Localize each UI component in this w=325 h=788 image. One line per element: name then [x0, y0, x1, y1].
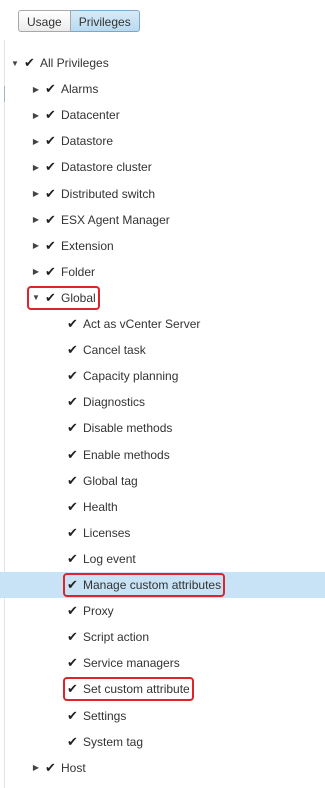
caret-right-icon[interactable]: ▶: [31, 241, 41, 250]
caret-right-icon[interactable]: ▶: [31, 111, 41, 120]
highlight-box: [63, 573, 226, 597]
checkmark-icon[interactable]: ✔: [45, 186, 57, 202]
checkmark-icon[interactable]: ✔: [67, 499, 79, 515]
tree-item-label: Settings: [83, 708, 127, 723]
checkmark-icon[interactable]: ✔: [67, 525, 79, 541]
checkmark-icon[interactable]: ✔: [67, 394, 79, 410]
tree-item-label: Script action: [83, 630, 150, 645]
tree-item-service-managers[interactable]: ✔ Service managers: [0, 650, 325, 676]
tree-item-label: Capacity planning: [83, 369, 179, 384]
tree-item-cancel-task[interactable]: ✔ Cancel task: [0, 337, 325, 363]
checkmark-icon[interactable]: ✔: [67, 708, 79, 724]
privileges-panel: Usage Privileges ▼ ✔ All Privileges ▶ ✔ Alarm…: [0, 0, 325, 788]
tree-item-label: Disable methods: [83, 421, 173, 436]
tree-item-esx-agent-manager[interactable]: ▶ ✔ ESX Agent Manager: [0, 207, 325, 233]
tab-usage[interactable]: Usage: [18, 10, 71, 32]
tree-item-alarms[interactable]: ▶ ✔ Alarms: [0, 76, 325, 102]
tree-item-licenses[interactable]: ✔ Licenses: [0, 520, 325, 546]
tree-item-label: Host: [61, 760, 86, 775]
tree-item-label: Alarms: [61, 82, 99, 97]
tree-item-label: Service managers: [83, 656, 180, 671]
checkmark-icon[interactable]: ✔: [67, 734, 79, 750]
checkmark-icon[interactable]: ✔: [67, 447, 79, 463]
tree-item-label: Datacenter: [61, 108, 120, 123]
tab-bar: Usage Privileges: [18, 10, 140, 32]
checkmark-icon[interactable]: ✔: [45, 159, 57, 175]
tree-item-system-tag[interactable]: ✔ System tag: [0, 729, 325, 755]
tree-item-health[interactable]: ✔ Health: [0, 494, 325, 520]
caret-right-icon[interactable]: ▶: [31, 85, 41, 94]
tab-privileges[interactable]: Privileges: [70, 10, 140, 32]
checkmark-icon[interactable]: ✔: [24, 55, 36, 71]
checkmark-icon[interactable]: ✔: [45, 238, 57, 254]
caret-right-icon[interactable]: ▶: [31, 215, 41, 224]
checkmark-icon[interactable]: ✔: [67, 342, 79, 358]
checkmark-icon[interactable]: ✔: [45, 107, 57, 123]
tree-item-script-action[interactable]: ✔ Script action: [0, 624, 325, 650]
tree-item-label: Datastore cluster: [61, 160, 152, 175]
tree-item-datastore-cluster[interactable]: ▶ ✔ Datastore cluster: [0, 154, 325, 180]
caret-right-icon[interactable]: ▶: [31, 137, 41, 146]
tree-item-all-privileges[interactable]: ▼ ✔ All Privileges: [0, 50, 325, 76]
tree-item-label: All Privileges: [40, 56, 109, 70]
checkmark-icon[interactable]: ✔: [67, 368, 79, 384]
tree-item-label: Proxy: [83, 604, 114, 619]
tree-item-extension[interactable]: ▶ ✔ Extension: [0, 233, 325, 259]
tree-item-log-event[interactable]: ✔ Log event: [0, 546, 325, 572]
tree-item-label: Health: [83, 499, 118, 514]
caret-down-icon[interactable]: ▼: [10, 59, 20, 68]
checkmark-icon[interactable]: ✔: [67, 629, 79, 645]
highlight-box: [63, 677, 194, 702]
checkmark-icon[interactable]: ✔: [67, 551, 79, 567]
tree-item-capacity-planning[interactable]: ✔ Capacity planning: [0, 363, 325, 389]
tree-item-settings[interactable]: ✔ Settings: [0, 703, 325, 729]
tree-item-folder[interactable]: ▶ ✔ Folder: [0, 259, 325, 285]
checkmark-icon[interactable]: ✔: [67, 316, 79, 332]
tree-item-label: Enable methods: [83, 447, 170, 462]
tree-item-disable-methods[interactable]: ✔ Disable methods: [0, 415, 325, 441]
checkmark-icon[interactable]: ✔: [67, 473, 79, 489]
tree-item-act-as-vcenter-server[interactable]: ✔ Act as vCenter Server: [0, 311, 325, 337]
checkmark-icon[interactable]: ✔: [67, 420, 79, 436]
tree-item-label: Log event: [83, 551, 136, 566]
tree-item-host[interactable]: ▶ ✔ Host: [0, 755, 325, 781]
tree-item-distributed-switch[interactable]: ▶ ✔ Distributed switch: [0, 181, 325, 207]
highlight-box: [27, 285, 100, 310]
tree-item-datacenter[interactable]: ▶ ✔ Datacenter: [0, 102, 325, 128]
tree-item-diagnostics[interactable]: ✔ Diagnostics: [0, 389, 325, 415]
checkmark-icon[interactable]: ✔: [45, 133, 57, 149]
caret-right-icon[interactable]: ▶: [31, 163, 41, 172]
tree-item-label: System tag: [83, 734, 144, 749]
caret-right-icon[interactable]: ▶: [31, 267, 41, 276]
checkmark-icon[interactable]: ✔: [45, 264, 57, 280]
tree-item-enable-methods[interactable]: ✔ Enable methods: [0, 442, 325, 468]
tree-item-proxy[interactable]: ✔ Proxy: [0, 598, 325, 624]
tree-item-label: Cancel task: [83, 343, 146, 358]
tree-item-label: Global tag: [83, 473, 138, 488]
tree-item-label: Act as vCenter Server: [83, 317, 201, 331]
tree-item-global-tag[interactable]: ✔ Global tag: [0, 468, 325, 494]
tree-item-label: ESX Agent Manager: [61, 212, 170, 227]
caret-right-icon[interactable]: ▶: [31, 189, 41, 198]
checkmark-icon[interactable]: ✔: [45, 81, 57, 97]
tree-item-label: Extension: [61, 238, 114, 253]
checkmark-icon[interactable]: ✔: [45, 760, 57, 776]
tree-item-label: Licenses: [83, 525, 131, 540]
tree-item-datastore[interactable]: ▶ ✔ Datastore: [0, 128, 325, 154]
checkmark-icon[interactable]: ✔: [67, 603, 79, 619]
checkmark-icon[interactable]: ✔: [45, 212, 57, 228]
caret-right-icon[interactable]: ▶: [31, 763, 41, 772]
checkmark-icon[interactable]: ✔: [67, 655, 79, 671]
tree-item-label: Distributed switch: [61, 186, 156, 201]
tree-item-label: Folder: [61, 264, 96, 279]
tree-item-label: Diagnostics: [83, 395, 146, 410]
tree-item-label: Datastore: [61, 134, 114, 149]
